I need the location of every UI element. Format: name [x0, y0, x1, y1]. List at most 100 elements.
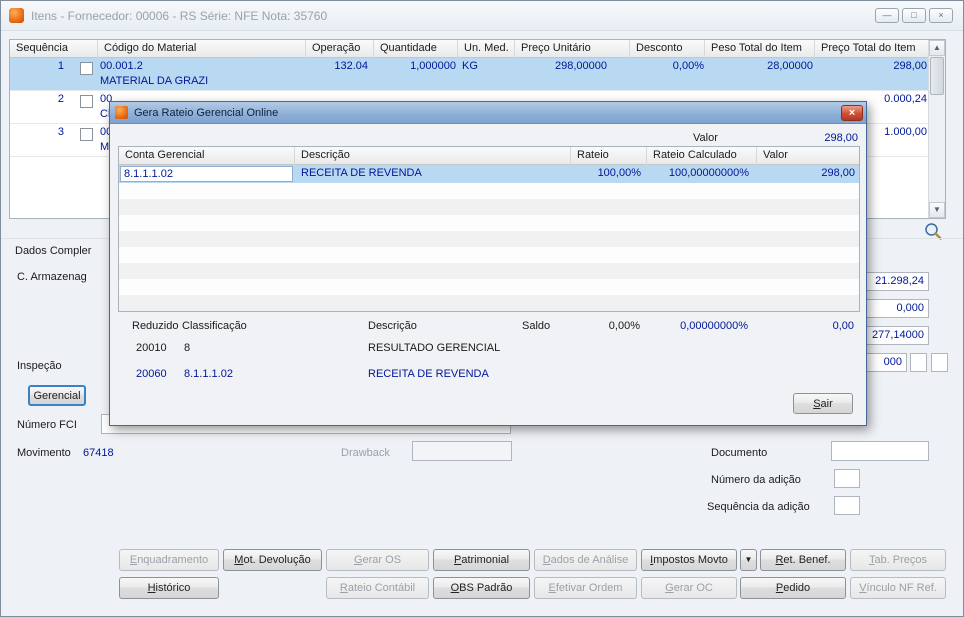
gerar-oc-button[interactable]: Gerar OC	[641, 577, 737, 599]
dialog-close-button[interactable]: ×	[841, 105, 863, 121]
cell-operacao: 132.04	[334, 60, 368, 72]
cell-quantidade: 1,000000	[410, 60, 456, 72]
summary-row-reduzido: 20060	[136, 368, 167, 380]
rateio-grid-header: Conta Gerencial Descrição Rateio Rateio …	[119, 147, 859, 165]
column-header-descricao[interactable]: Descrição	[295, 147, 571, 165]
valor-value: 298,00	[824, 132, 858, 144]
cell-sequencia: 2	[57, 93, 64, 105]
column-header-peso-total[interactable]: Peso Total do Item	[705, 40, 815, 58]
valor-label: Valor	[693, 132, 718, 144]
classificacao-label: Classificação	[182, 320, 247, 332]
column-header-rateio[interactable]: Rateio	[571, 147, 647, 165]
row-checkbox[interactable]	[80, 62, 93, 75]
app-icon	[9, 8, 24, 23]
sequencia-adicao-input[interactable]	[834, 496, 860, 515]
rateio-grid-row[interactable]: 8.1.1.1.02 RECEITA DE REVENDA 100,00% 10…	[119, 165, 859, 183]
ret-benef-button[interactable]: Ret. Benef.	[760, 549, 846, 571]
sair-button[interactable]: Sair	[793, 393, 853, 414]
column-header-quantidade[interactable]: Quantidade	[374, 40, 458, 58]
dados-analise-button[interactable]: Dados de Análise	[534, 549, 637, 571]
pedido-button[interactable]: Pedido	[740, 577, 846, 599]
impostos-dropdown-button[interactable]: ▼	[740, 549, 757, 571]
sequencia-adicao-label: Sequência da adição	[707, 501, 810, 513]
empty-rows-stripes	[119, 183, 859, 311]
cell-preco-total: 298,00	[893, 60, 927, 72]
rateio-contabil-button[interactable]: Rateio Contábil	[326, 577, 429, 599]
movimento-label: Movimento	[17, 447, 71, 459]
close-button[interactable]: ×	[929, 8, 953, 23]
documento-input[interactable]	[831, 441, 929, 461]
column-header-preco-unitario[interactable]: Preço Unitário	[515, 40, 630, 58]
descricao-label: Descrição	[368, 320, 417, 332]
cell-desconto: 0,00%	[672, 60, 704, 72]
numero-adicao-input[interactable]	[834, 469, 860, 488]
cell-preco-unitario: 298,00000	[555, 60, 607, 72]
rateio-gerencial-dialog: Gera Rateio Gerencial Online × Valor 298…	[109, 101, 867, 426]
saldo-label: Saldo	[522, 320, 551, 332]
cell-peso-total: 28,00000	[767, 60, 813, 72]
window-titlebar[interactable]: Itens - Fornecedor: 00006 - RS Série: NF…	[1, 1, 963, 31]
column-header-conta-gerencial[interactable]: Conta Gerencial	[119, 147, 295, 165]
cell-rateio: 100,00%	[597, 167, 641, 179]
numero-fci-label: Número FCI	[17, 419, 77, 431]
scrollbar-thumb[interactable]	[930, 57, 944, 95]
summary-row-classificacao: 8.1.1.1.02	[184, 368, 233, 380]
impostos-movto-button[interactable]: Impostos Movto	[641, 549, 737, 571]
inspecao-extra-field-1[interactable]	[910, 353, 927, 372]
summary-row-reduzido: 20010	[136, 342, 167, 354]
cell-un-med: KG	[462, 60, 478, 72]
cell-rateio-calculado: 100,00000000%	[668, 167, 749, 179]
rateio-calculado-total: 0,00000000%	[680, 320, 748, 332]
vertical-scrollbar[interactable]: ▲ ▼	[928, 40, 945, 218]
row-checkbox[interactable]	[80, 128, 93, 141]
summary-row-descricao: RECEITA DE REVENDA	[368, 368, 489, 380]
conta-gerencial-edit-cell[interactable]: 8.1.1.1.02	[120, 166, 293, 182]
obs-padrao-button[interactable]: OBS Padrão	[433, 577, 530, 599]
column-header-preco-total[interactable]: Preço Total do Item	[815, 40, 930, 58]
vinculo-nf-ref-button[interactable]: Vínculo NF Ref.	[850, 577, 946, 599]
column-header-operacao[interactable]: Operação	[306, 40, 374, 58]
rateio-grid: Conta Gerencial Descrição Rateio Rateio …	[118, 146, 860, 312]
minimize-button[interactable]: —	[875, 8, 899, 23]
summary-row-descricao: RESULTADO GERENCIAL	[368, 342, 501, 354]
armazenagem-label: C. Armazenag	[17, 271, 87, 283]
grid-row-1[interactable]: 1 00.001.2 MATERIAL DA GRAZI 132.04 1,00…	[10, 58, 930, 91]
scroll-down-button[interactable]: ▼	[929, 202, 945, 218]
cell-sequencia: 3	[57, 126, 64, 138]
cell-descricao: MATERIAL DA GRAZI	[100, 75, 209, 87]
efetivar-ordem-button[interactable]: Efetivar Ordem	[534, 577, 637, 599]
drawback-input[interactable]	[412, 441, 512, 461]
itens-window: Itens - Fornecedor: 00006 - RS Série: NF…	[0, 0, 964, 617]
gerar-os-button[interactable]: Gerar OS	[326, 549, 429, 571]
cell-codigo: 00.001.2	[100, 60, 143, 72]
inspecao-label: Inspeção	[17, 360, 62, 372]
dialog-titlebar[interactable]: Gera Rateio Gerencial Online ×	[110, 102, 866, 124]
dialog-title: Gera Rateio Gerencial Online	[134, 107, 279, 119]
chevron-down-icon: ▼	[744, 555, 753, 564]
tab-precos-button[interactable]: Tab. Preços	[850, 549, 946, 571]
dialog-app-icon	[115, 106, 128, 119]
cell-valor: 298,00	[821, 167, 855, 179]
column-header-desconto[interactable]: Desconto	[630, 40, 705, 58]
column-header-sequencia[interactable]: Sequência	[10, 40, 98, 58]
enquadramento-button[interactable]: Enquadramento	[119, 549, 219, 571]
maximize-button[interactable]: □	[902, 8, 926, 23]
drawback-label: Drawback	[341, 447, 390, 459]
patrimonial-button[interactable]: Patrimonial	[433, 549, 530, 571]
column-header-valor[interactable]: Valor	[757, 147, 859, 165]
scroll-up-button[interactable]: ▲	[929, 40, 945, 56]
reduzido-label: Reduzido	[132, 320, 179, 332]
column-header-codigo[interactable]: Código do Material	[98, 40, 306, 58]
row-checkbox[interactable]	[80, 95, 93, 108]
items-grid-header: Sequência Código do Material Operação Qu…	[10, 40, 945, 58]
cell-descricao: RECEITA DE REVENDA	[301, 167, 422, 179]
historico-button[interactable]: Histórico	[119, 577, 219, 599]
movimento-value: 67418	[83, 447, 114, 459]
mot-devolucao-button[interactable]: Mot. Devolução	[223, 549, 322, 571]
details-section-label: Dados Compler	[15, 245, 92, 257]
inspecao-extra-field-2[interactable]	[931, 353, 948, 372]
column-header-un-med[interactable]: Un. Med.	[458, 40, 515, 58]
column-header-rateio-calculado[interactable]: Rateio Calculado	[647, 147, 757, 165]
cell-sequencia: 1	[57, 60, 64, 72]
gerencial-button[interactable]: Gerencial	[28, 385, 86, 406]
